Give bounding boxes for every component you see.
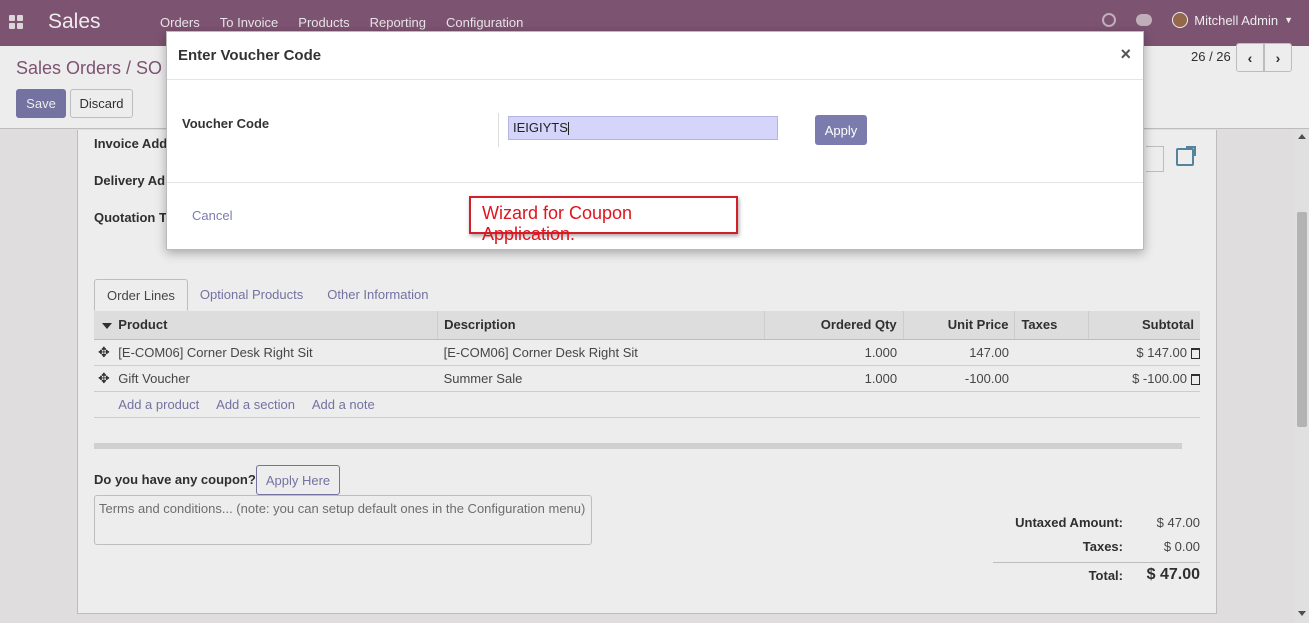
close-icon[interactable]: × [1120,44,1131,65]
voucher-code-label: Voucher Code [182,116,270,131]
text-cursor [567,122,569,136]
dialog-title: Enter Voucher Code [178,47,322,64]
voucher-code-input[interactable]: IEIGIYTS [508,116,778,140]
annotation-callout: Wizard for Coupon Application. [469,196,738,244]
apply-button[interactable]: Apply [815,115,867,145]
voucher-dialog: Enter Voucher Code × Voucher Code IEIGIY… [166,31,1144,250]
field-separator [498,113,499,147]
voucher-code-value: IEIGIYTS [513,120,568,135]
dialog-header: Enter Voucher Code × [167,32,1143,80]
dialog-footer: Cancel Wizard for Coupon Application. [167,182,1143,250]
cancel-button[interactable]: Cancel [192,208,232,223]
